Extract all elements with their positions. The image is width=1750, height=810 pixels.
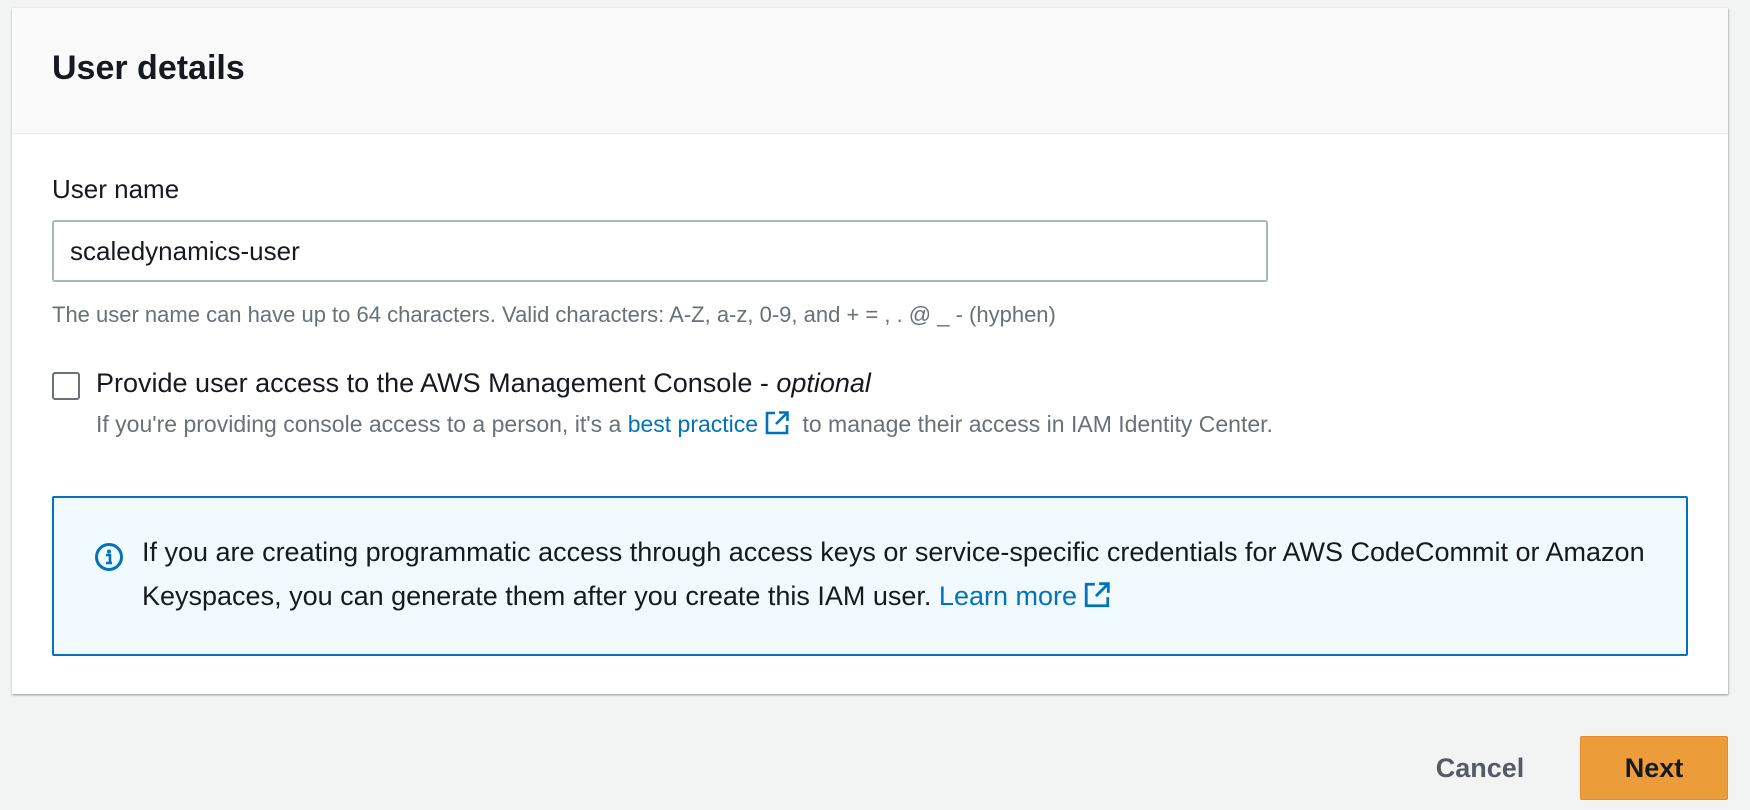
console-access-checkbox[interactable] xyxy=(52,372,80,400)
info-alert: If you are creating programmatic access … xyxy=(52,496,1688,656)
console-access-label[interactable]: Provide user access to the AWS Managemen… xyxy=(96,368,871,399)
console-access-desc-after: to manage their access in IAM Identity C… xyxy=(796,411,1273,437)
info-alert-text: If you are creating programmatic access … xyxy=(142,530,1662,622)
best-practice-link[interactable]: best practice xyxy=(628,411,758,437)
card-header: User details xyxy=(12,8,1728,134)
next-button[interactable]: Next xyxy=(1580,736,1728,800)
user-name-constraint-text: The user name can have up to 64 characte… xyxy=(52,302,1056,327)
user-name-input[interactable] xyxy=(52,220,1268,282)
info-icon xyxy=(94,542,124,577)
external-link-icon[interactable] xyxy=(1083,578,1111,622)
external-link-icon[interactable] xyxy=(764,410,790,445)
user-name-label: User name xyxy=(52,174,180,204)
console-access-desc-before: If you're providing console access to a … xyxy=(96,411,628,437)
console-access-description: If you're providing console access to a … xyxy=(96,408,1286,445)
card-title: User details xyxy=(52,49,245,87)
cancel-button[interactable]: Cancel xyxy=(1412,736,1548,800)
page: User details User name The user name can… xyxy=(0,0,1750,810)
optional-tag: optional xyxy=(776,368,871,398)
learn-more-link[interactable]: Learn more xyxy=(939,581,1077,611)
console-access-label-text: Provide user access to the AWS Managemen… xyxy=(96,368,777,398)
info-alert-message: If you are creating programmatic access … xyxy=(142,537,1645,611)
user-details-card: User details User name The user name can… xyxy=(12,8,1728,694)
